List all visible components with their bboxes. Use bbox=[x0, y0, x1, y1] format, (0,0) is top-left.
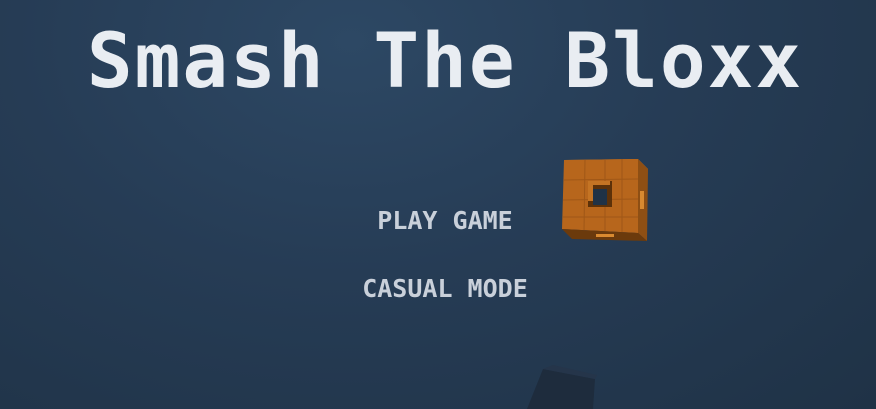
casual-mode-button[interactable]: CASUAL MODE bbox=[315, 274, 575, 303]
game-title: Smash The Bloxx bbox=[86, 16, 804, 105]
floating-cube bbox=[562, 159, 648, 241]
falling-block bbox=[527, 365, 597, 409]
play-game-button[interactable]: PLAY GAME bbox=[315, 206, 575, 235]
